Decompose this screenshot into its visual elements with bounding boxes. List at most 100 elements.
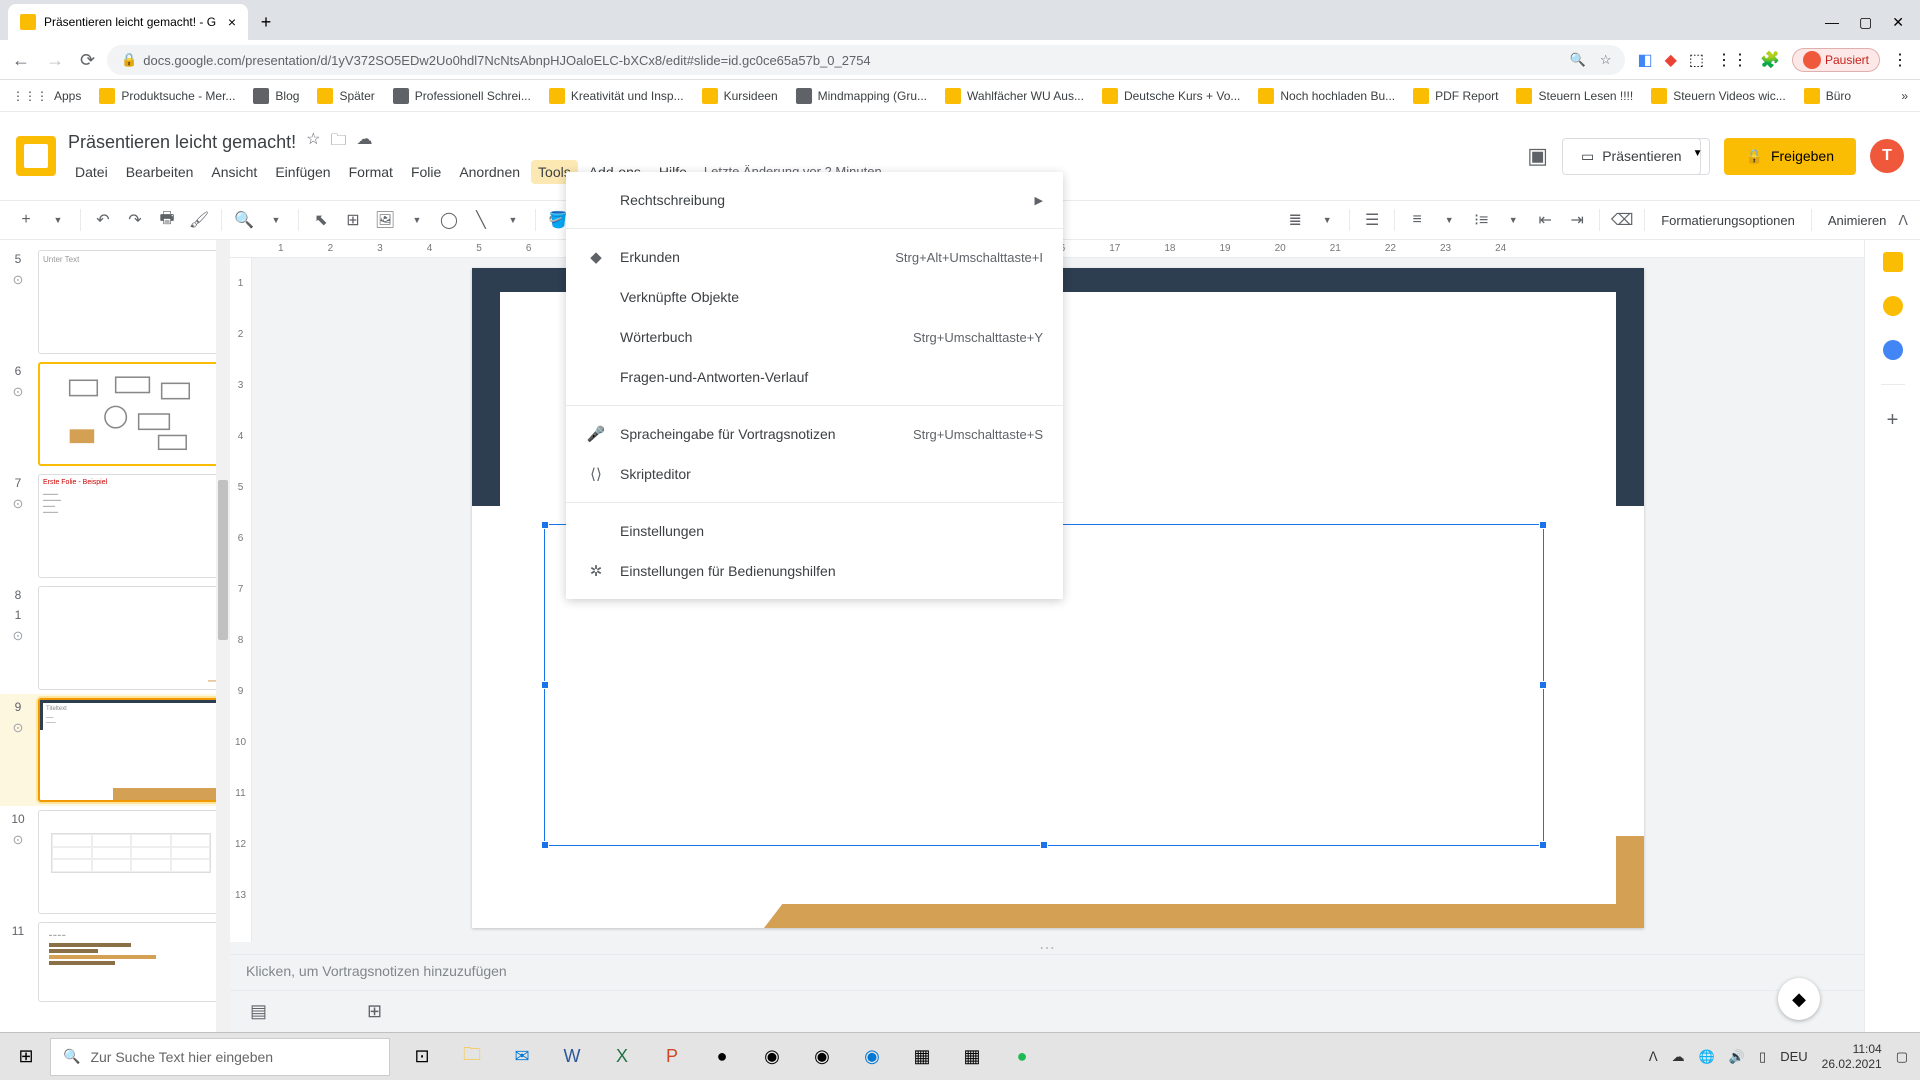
menu-anordnen[interactable]: Anordnen [452,160,527,184]
transition-icon[interactable]: ⊙ [13,272,24,288]
resize-handle[interactable] [541,841,549,849]
indent-increase-button[interactable]: ⇥ [1563,206,1591,234]
shape-tool[interactable]: ◯ [435,206,463,234]
bookmark-item[interactable]: Blog [253,88,299,104]
menu-item-settings[interactable]: Einstellungen [566,511,1063,551]
excel-icon[interactable]: X [598,1035,646,1079]
grid-view-icon[interactable]: ⊞ [367,1001,382,1022]
numbered-list-dropdown[interactable]: ▼ [1435,206,1463,234]
start-button[interactable]: ⊞ [2,1035,50,1079]
resize-handle[interactable] [1539,521,1547,529]
bookmark-item[interactable]: Kursideen [702,88,778,104]
app-icon[interactable]: ◉ [748,1035,796,1079]
user-avatar[interactable]: T [1870,139,1904,173]
transition-icon[interactable]: ⊙ [13,496,24,512]
menu-einfuegen[interactable]: Einfügen [268,160,337,184]
star-icon[interactable]: ☆ [1600,52,1612,68]
align-button[interactable]: ≣ [1281,206,1309,234]
reload-icon[interactable]: ⟳ [80,50,95,71]
menu-bearbeiten[interactable]: Bearbeiten [119,160,201,184]
notes-resize-handle[interactable]: ⋯ [230,942,1864,954]
task-view-icon[interactable]: ⊡ [398,1035,446,1079]
app-icon[interactable]: ▦ [948,1035,996,1079]
comments-icon[interactable]: ▣ [1527,143,1548,169]
move-icon[interactable]: 🗀 [330,129,346,156]
chrome-icon[interactable]: ◉ [798,1035,846,1079]
bookmark-item[interactable]: Deutsche Kurs + Vo... [1102,88,1240,104]
add-addon-icon[interactable]: + [1887,409,1899,432]
bookmark-item[interactable]: PDF Report [1413,88,1498,104]
indent-decrease-button[interactable]: ⇤ [1531,206,1559,234]
volume-icon[interactable]: 🔊 [1729,1049,1745,1065]
notifications-icon[interactable]: ▢ [1896,1049,1908,1065]
apps-shortcut[interactable]: ⋮⋮⋮Apps [12,89,81,103]
address-bar[interactable]: 🔒 docs.google.com/presentation/d/1yV372S… [107,45,1625,75]
tasks-icon[interactable] [1883,340,1903,360]
redo-button[interactable]: ↷ [121,206,149,234]
align-dropdown[interactable]: ▼ [1313,206,1341,234]
format-options-button[interactable]: Formatierungsoptionen [1653,213,1803,228]
menu-format[interactable]: Format [342,160,400,184]
print-button[interactable]: 🖶 [153,206,181,234]
resize-handle[interactable] [541,521,549,529]
menu-item-spelling[interactable]: Rechtschreibung ▶ [566,180,1063,220]
menu-item-dictionary[interactable]: Wörterbuch Strg+Umschalttaste+Y [566,317,1063,357]
slide-thumbnail[interactable]: ━ ━ ━ ━ [38,922,224,1002]
bookmark-item[interactable]: Wahlfächer WU Aus... [945,88,1084,104]
keep-icon[interactable] [1883,296,1903,316]
bookmark-item[interactable]: Mindmapping (Gru... [796,88,927,104]
star-icon[interactable]: ☆ [306,129,320,156]
slide-thumbnail[interactable]: ━━━ [38,586,224,690]
paint-format-button[interactable]: 🖌 [185,206,213,234]
profile-badge[interactable]: Pausiert [1792,48,1880,72]
maximize-icon[interactable]: ▢ [1859,14,1872,31]
share-button[interactable]: 🔒 Freigeben [1724,138,1856,175]
slide-thumbnail[interactable]: Unter Text [38,250,224,354]
menu-item-linked-objects[interactable]: Verknüpfte Objekte [566,277,1063,317]
line-dropdown[interactable]: ▼ [499,206,527,234]
slide-filmstrip[interactable]: 5⊙ Unter Text 6⊙ 7⊙ Erste Folie - Beispi… [0,240,230,1032]
transition-icon[interactable]: ⊙ [13,720,24,736]
menu-item-script-editor[interactable]: ⟨⟩ Skripteditor [566,454,1063,494]
powerpoint-icon[interactable]: P [648,1035,696,1079]
bookmark-item[interactable]: Steuern Lesen !!!! [1516,88,1633,104]
spotify-icon[interactable]: ● [998,1035,1046,1079]
clear-format-button[interactable]: ⌫ [1608,206,1636,234]
tray-overflow-icon[interactable]: ᐱ [1649,1049,1658,1065]
transition-icon[interactable]: ⊙ [13,384,24,400]
menu-item-qa-history[interactable]: Fragen-und-Antworten-Verlauf [566,357,1063,397]
slides-logo[interactable] [16,136,56,176]
new-tab-button[interactable]: + [252,8,280,36]
extension-icon[interactable]: ◆ [1665,50,1677,70]
document-title[interactable]: Präsentieren leicht gemacht! [68,132,296,153]
bookmark-item[interactable]: Kreativität und Insp... [549,88,684,104]
speaker-notes[interactable]: Klicken, um Vortragsnotizen hinzuzufügen [230,954,1864,990]
bulleted-list-button[interactable]: ⁝≡ [1467,206,1495,234]
select-tool[interactable]: ⬉ [307,206,335,234]
transition-icon[interactable]: ⊙ [13,832,24,848]
cloud-status-icon[interactable]: ☁ [356,129,372,156]
menu-item-voice-notes[interactable]: 🎤 Spracheingabe für Vortragsnotizen Strg… [566,414,1063,454]
slide-thumbnail[interactable]: Erste Folie - Beispiel━━━━━━━━━━━━━━━━━━… [38,474,224,578]
slide-thumbnail[interactable] [38,810,224,914]
battery-icon[interactable]: ▯ [1759,1049,1766,1065]
network-icon[interactable]: 🌐 [1699,1049,1715,1065]
collapse-toolbar-icon[interactable]: ᐱ [1898,212,1908,229]
browser-menu-icon[interactable]: ⋮ [1892,50,1908,70]
zoom-button[interactable]: 🔍 [230,206,258,234]
menu-folie[interactable]: Folie [404,160,448,184]
browser-tab[interactable]: Präsentieren leicht gemacht! - G × [8,4,248,40]
language-indicator[interactable]: DEU [1780,1049,1807,1064]
line-tool[interactable]: ╲ [467,206,495,234]
menu-ansicht[interactable]: Ansicht [204,160,264,184]
resize-handle[interactable] [1040,841,1048,849]
new-slide-dropdown[interactable]: ▼ [44,206,72,234]
present-button[interactable]: ▭ Präsentieren [1562,138,1701,175]
resize-handle[interactable] [1539,681,1547,689]
bookmark-item[interactable]: Produktsuche - Mer... [99,88,235,104]
extension-icon[interactable]: ⬚ [1689,50,1704,70]
edge-icon[interactable]: ◉ [848,1035,896,1079]
image-dropdown[interactable]: ▼ [403,206,431,234]
notepad-icon[interactable]: ▦ [898,1035,946,1079]
image-tool[interactable]: 🖼 [371,206,399,234]
